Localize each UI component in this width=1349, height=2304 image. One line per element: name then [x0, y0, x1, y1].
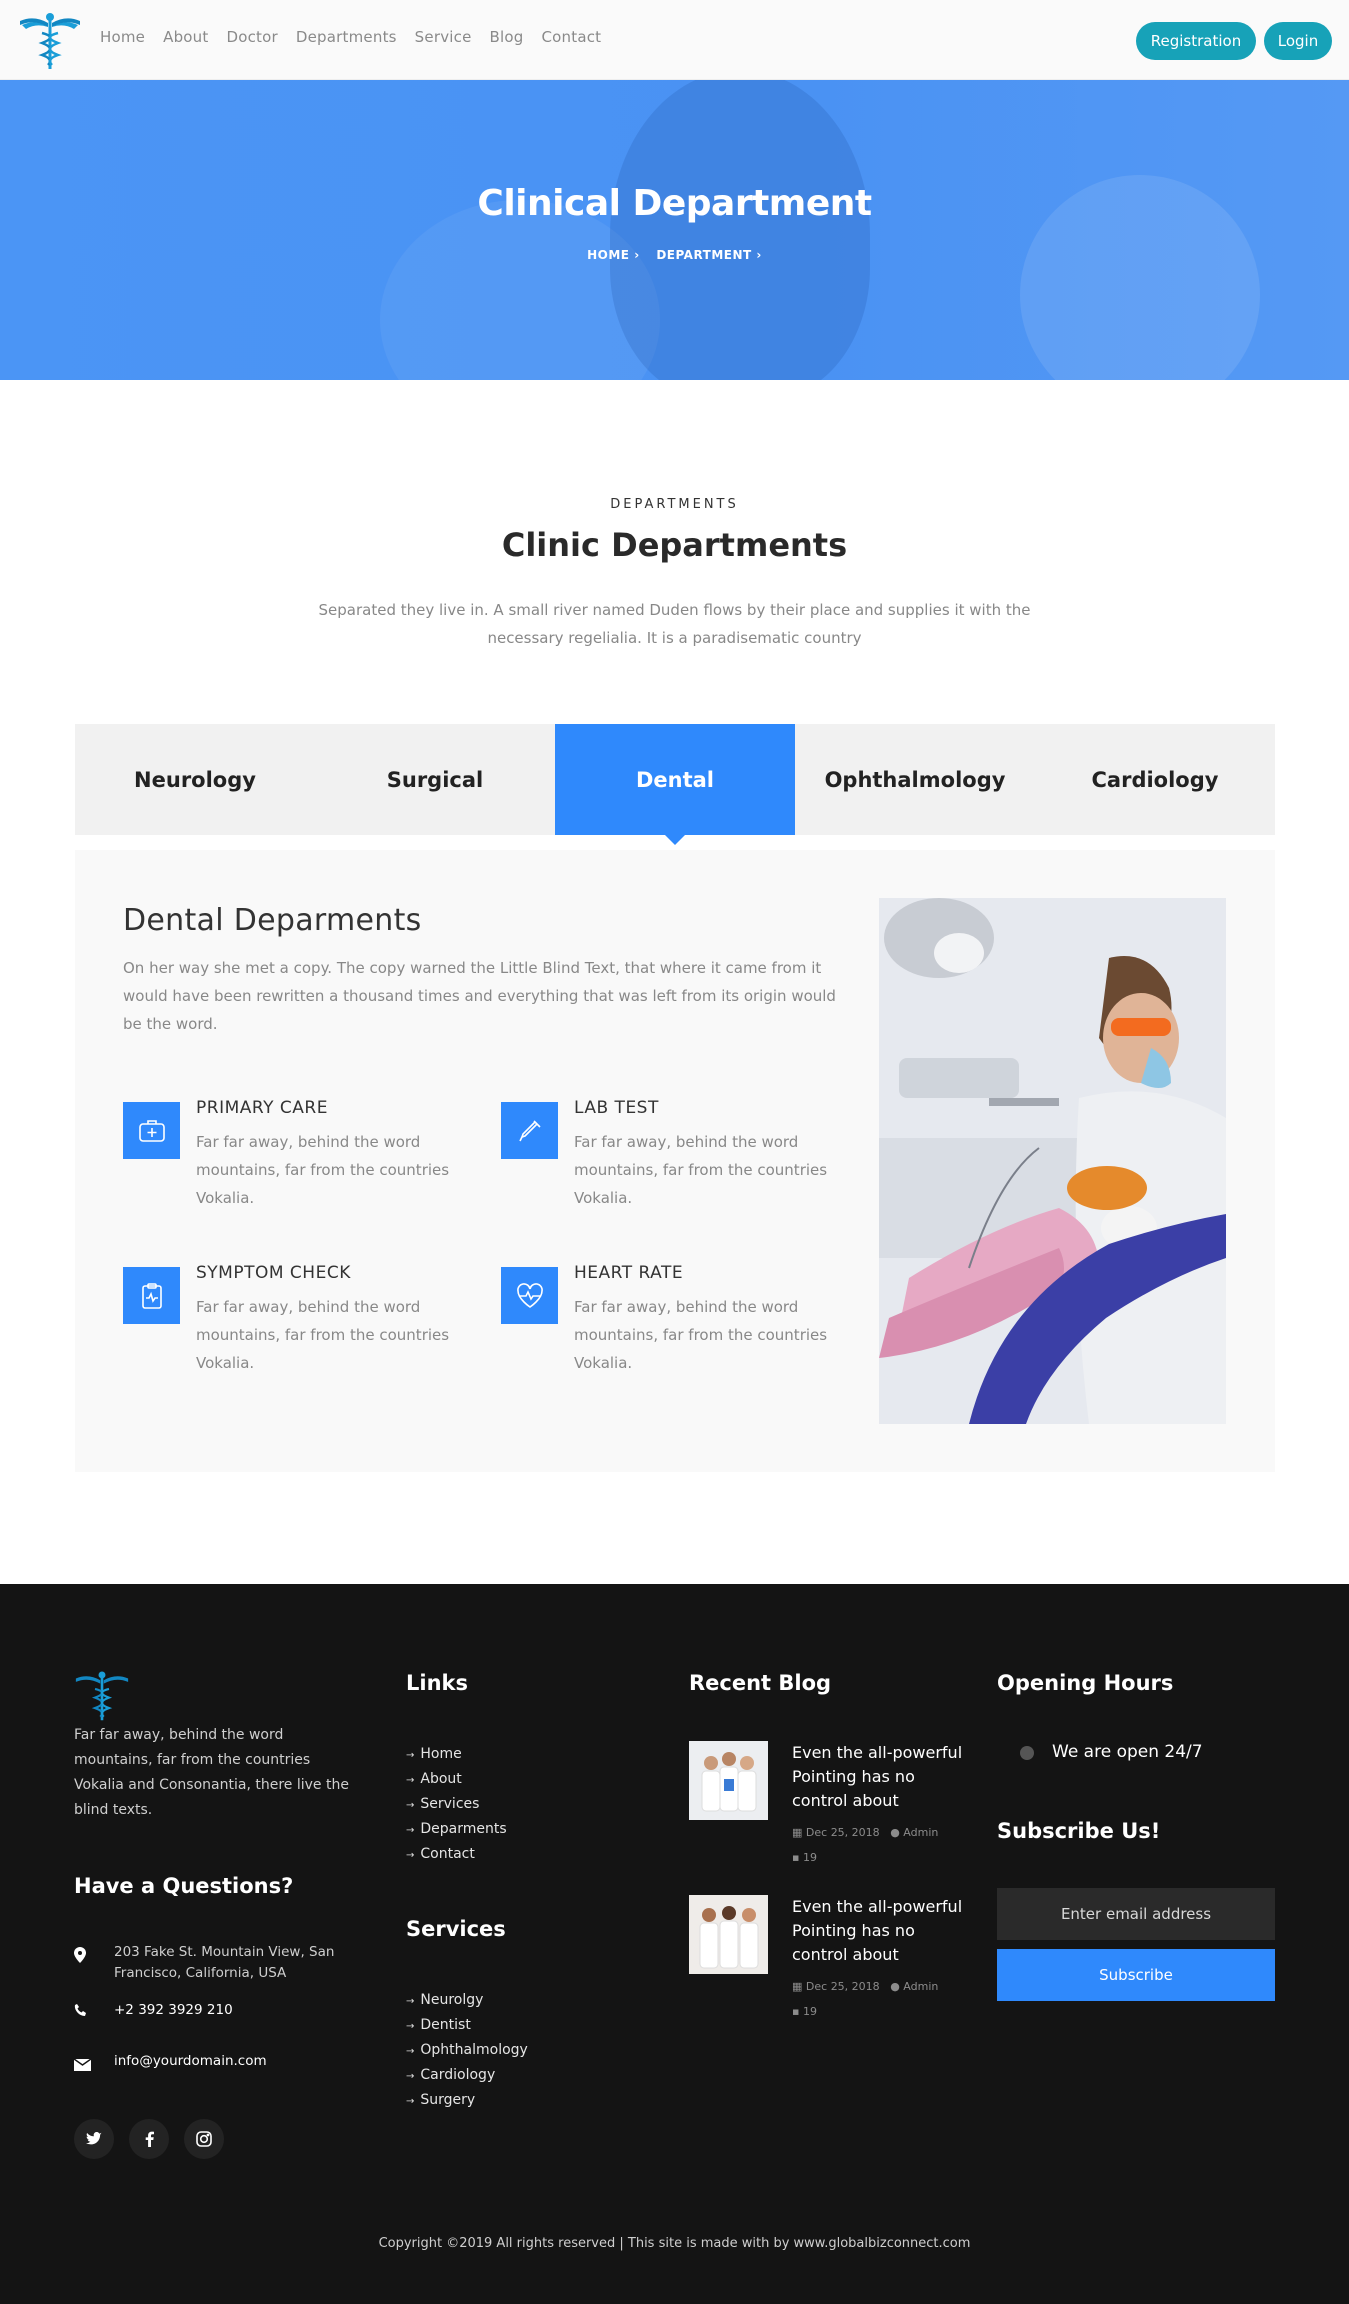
- feature-text: Far far away, behind the word mountains,…: [196, 1133, 450, 1207]
- dropper-icon: [501, 1102, 558, 1159]
- tab-neurology[interactable]: Neurology: [75, 724, 315, 835]
- department-tabs: Neurology Surgical Dental Ophthalmology …: [75, 724, 1275, 845]
- chat-icon: ▪: [792, 2005, 800, 2018]
- page-title: Clinical Department: [477, 183, 872, 224]
- chat-icon: ▪: [792, 1851, 800, 1864]
- nav-contact[interactable]: Contact: [541, 28, 601, 46]
- calendar-icon: ▦: [792, 1980, 803, 1993]
- footer-caduceus-logo-icon[interactable]: [74, 1668, 130, 1722]
- registration-button[interactable]: Registration: [1136, 22, 1256, 60]
- blog-meta: ▦ Dec 25, 2018 ● Admin: [792, 1980, 939, 1993]
- blog-comments: ▪ 19: [792, 2005, 817, 2018]
- heart-rate-icon: [501, 1267, 558, 1324]
- nav-home[interactable]: Home: [100, 28, 145, 46]
- main-menu: Home About Doctor Departments Service Bl…: [100, 28, 619, 46]
- opening-hours-heading: Opening Hours: [997, 1671, 1174, 1695]
- footer-link-services[interactable]: Services: [406, 1796, 479, 1812]
- caduceus-logo-icon[interactable]: [18, 9, 82, 71]
- blog-thumbnail[interactable]: [689, 1895, 768, 1974]
- status-dot-icon: [1020, 1746, 1034, 1760]
- footer-phone[interactable]: +2 392 3929 210: [114, 1998, 233, 2023]
- instagram-icon[interactable]: [184, 2119, 224, 2159]
- hero-doctor-silhouette: [610, 80, 870, 380]
- footer-service-cardiology[interactable]: Cardiology: [406, 2067, 495, 2083]
- footer-service-neurology[interactable]: Neurolgy: [406, 1992, 483, 2008]
- panel-title: Dental Deparments: [123, 903, 422, 938]
- recent-blog-heading: Recent Blog: [689, 1671, 832, 1695]
- opening-hours-text: We are open 24/7: [1052, 1742, 1203, 1762]
- blog-thumbnail[interactable]: [689, 1741, 768, 1820]
- breadcrumb-home[interactable]: HOME ›: [587, 248, 640, 262]
- footer-link-contact[interactable]: Contact: [406, 1846, 474, 1862]
- breadcrumb: HOME › DEPARTMENT ›: [0, 248, 1349, 262]
- nav-departments[interactable]: Departments: [296, 28, 397, 46]
- envelope-icon: [73, 2056, 92, 2075]
- footer-link-home[interactable]: Home: [406, 1746, 461, 1762]
- footer-service-surgery[interactable]: Surgery: [406, 2092, 475, 2108]
- copyright: Copyright ©2019 All rights reserved | Th…: [378, 2236, 971, 2251]
- footer-email[interactable]: info@yourdomain.com: [114, 2049, 267, 2074]
- subscribe-email-input[interactable]: Enter email address: [997, 1888, 1275, 1940]
- footer-service-ophthalmology[interactable]: Ophthalmology: [406, 2042, 527, 2058]
- feature-text: Far far away, behind the word mountains,…: [196, 1298, 450, 1372]
- chevron-right-icon: ›: [756, 248, 762, 262]
- tab-dental[interactable]: Dental: [555, 724, 795, 845]
- user-icon: ●: [890, 1826, 900, 1839]
- tab-ophthalmology[interactable]: Ophthalmology: [795, 724, 1035, 835]
- calendar-icon: ▦: [792, 1826, 803, 1839]
- twitter-icon[interactable]: [74, 2119, 114, 2159]
- questions-heading: Have a Questions?: [74, 1874, 294, 1898]
- subscribe-heading: Subscribe Us!: [997, 1819, 1161, 1843]
- dental-photo: [879, 898, 1226, 1424]
- nav-service[interactable]: Service: [415, 28, 472, 46]
- login-button[interactable]: Login: [1264, 22, 1332, 60]
- facebook-icon[interactable]: [129, 2119, 169, 2159]
- feature-title: PRIMARY CARE: [196, 1098, 328, 1118]
- footer-service-dentist[interactable]: Dentist: [406, 2017, 470, 2033]
- footer-address: 203 Fake St. Mountain View, San Francisc…: [114, 1944, 335, 1981]
- feature-title: LAB TEST: [574, 1098, 659, 1118]
- clipboard-icon: [123, 1267, 180, 1324]
- feature-text: Far far away, behind the word mountains,…: [574, 1298, 828, 1372]
- blog-meta: ▦ Dec 25, 2018 ● Admin: [792, 1826, 939, 1839]
- nav-about[interactable]: About: [163, 28, 208, 46]
- chevron-right-icon: ›: [634, 248, 640, 262]
- links-heading: Links: [406, 1671, 468, 1695]
- panel-description: On her way she met a copy. The copy warn…: [123, 959, 836, 1033]
- first-aid-kit-icon: [123, 1102, 180, 1159]
- nav-doctor[interactable]: Doctor: [226, 28, 277, 46]
- nav-blog[interactable]: Blog: [490, 28, 524, 46]
- footer-link-about[interactable]: About: [406, 1771, 461, 1787]
- section-subheading: DEPARTMENTS: [610, 497, 739, 512]
- map-pin-icon: [74, 1947, 86, 1967]
- blog-post-title[interactable]: Even the all-powerful Pointing has no co…: [792, 1741, 972, 1813]
- feature-text: Far far away, behind the word mountains,…: [574, 1133, 828, 1207]
- footer-about: Far far away, behind the word mountains,…: [74, 1727, 349, 1818]
- tab-surgical[interactable]: Surgical: [315, 724, 555, 835]
- blog-comments: ▪ 19: [792, 1851, 817, 1864]
- user-icon: ●: [890, 1980, 900, 1993]
- breadcrumb-department: DEPARTMENT ›: [656, 248, 762, 262]
- footer-link-departments[interactable]: Deparments: [406, 1821, 506, 1837]
- hero-banner: Clinical Department HOME › DEPARTMENT ›: [0, 80, 1349, 380]
- tab-cardiology[interactable]: Cardiology: [1035, 724, 1275, 835]
- top-navbar: Home About Doctor Departments Service Bl…: [0, 0, 1349, 80]
- feature-title: HEART RATE: [574, 1263, 684, 1283]
- section-heading: Clinic Departments: [501, 526, 848, 564]
- services-heading: Services: [406, 1917, 506, 1941]
- blog-post-title[interactable]: Even the all-powerful Pointing has no co…: [792, 1895, 972, 1967]
- subscribe-button[interactable]: Subscribe: [997, 1949, 1275, 2001]
- phone-icon: [74, 2003, 88, 2022]
- feature-title: SYMPTOM CHECK: [196, 1263, 351, 1283]
- section-intro: Separated they live in. A small river na…: [318, 601, 1031, 647]
